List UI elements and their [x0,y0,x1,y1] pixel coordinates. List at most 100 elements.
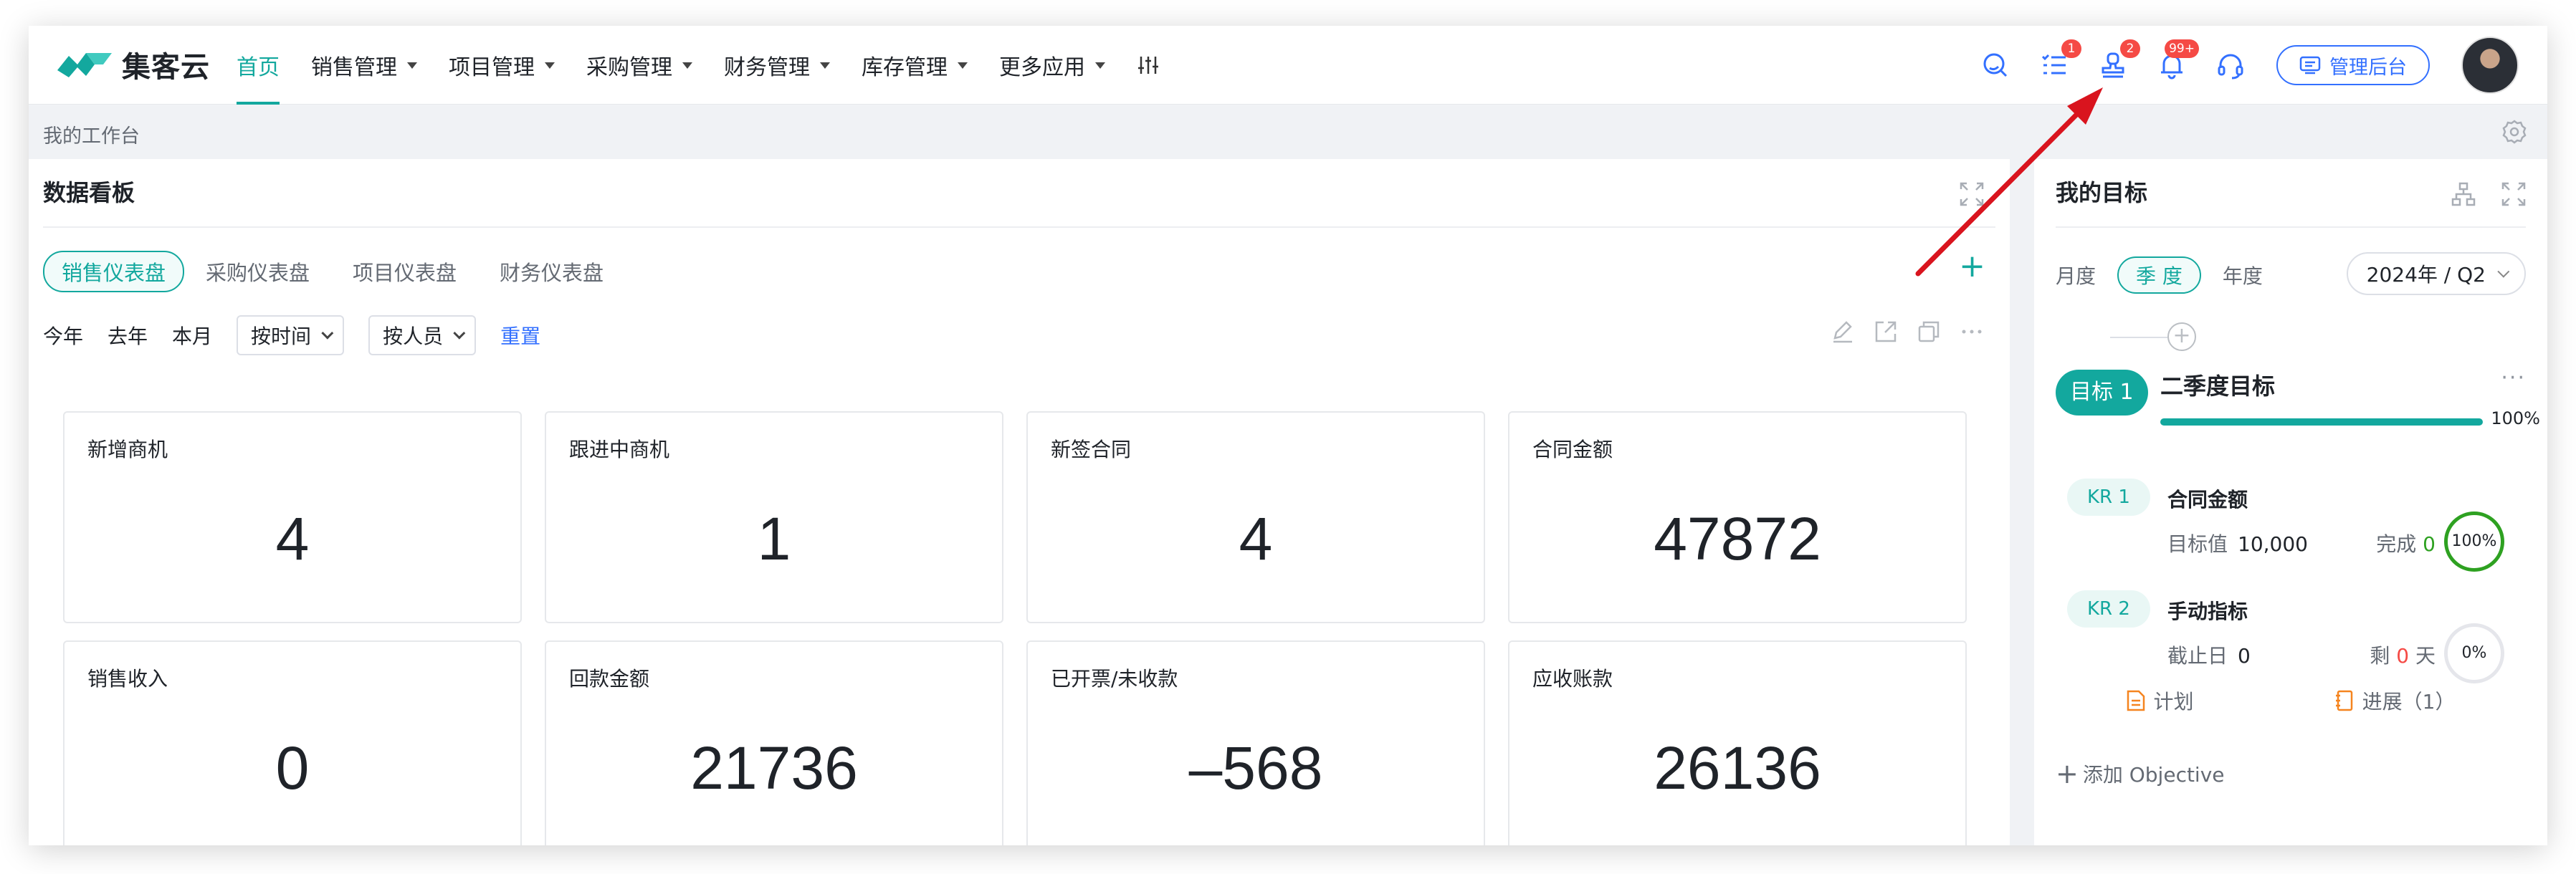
metric-card[interactable]: 回款金额 21736 [545,640,1003,845]
kr-status-suffix: 天 [2415,644,2436,668]
kr-target-label: 目标值 [2167,532,2228,556]
user-avatar[interactable] [2461,37,2519,94]
edit-icon [1833,321,1852,343]
chevron-down-icon [453,327,466,340]
goal-tree-button[interactable] [2451,182,2476,209]
metric-card[interactable]: 合同金额 47872 [1508,411,1967,623]
main-nav: 首页 销售管理 项目管理 采购管理 财务管理 库存管理 更多应用 [237,26,1191,105]
add-dashboard-button[interactable]: + [1959,251,1985,282]
kr-tag: KR 2 [2067,590,2150,628]
quarter-select[interactable]: 2024年 / Q2 [2346,252,2526,295]
key-result[interactable]: KR 2 手动指标 截止日 0 剩 0 天 0% [2067,586,2526,683]
goal-actions: 计划 进展（1） [2056,686,2526,715]
nav-item-home[interactable]: 首页 [237,26,280,105]
goals-fullscreen-button[interactable] [2501,182,2526,209]
nav-label: 销售管理 [311,55,397,80]
nav-item-projects[interactable]: 项目管理 [449,26,555,105]
headset-icon [2218,54,2243,80]
progress-log-button[interactable]: 进展（1） [2335,686,2455,715]
sliders-icon [1138,57,1158,74]
period-quarterly[interactable]: 季 度 [2117,256,2201,294]
add-parent-goal-button[interactable]: + [2167,322,2196,351]
kr-deadline-label: 截止日 [2167,644,2228,668]
edit-button[interactable] [1831,320,1855,347]
metric-card[interactable]: 销售收入 0 [63,640,522,845]
nav-item-inventory[interactable]: 库存管理 [862,26,968,105]
add-objective-button[interactable]: + 添加 Objective [2056,758,2225,789]
tab-sales-dashboard[interactable]: 销售仪表盘 [43,251,185,292]
objective-more-button[interactable]: ··· [2501,365,2526,390]
metric-card[interactable]: 新增商机 4 [63,411,522,623]
metric-label: 跟进中商机 [569,438,670,461]
metric-label: 新增商机 [87,438,168,461]
caret-down-icon [1095,62,1105,69]
notifications-button[interactable]: 99+ [2155,39,2199,82]
tasks-button[interactable]: 1 [2037,39,2081,82]
nav-label: 财务管理 [724,55,810,80]
metric-card[interactable]: 跟进中商机 1 [545,411,1003,623]
header-tools: 1 2 99+ 管理后台 [1954,26,2519,105]
share-button[interactable] [1874,320,1898,347]
nav-label: 首页 [237,55,280,80]
breadcrumb: 我的工作台 [43,125,140,148]
plan-label: 计划 [2153,690,2194,714]
period-yearly[interactable]: 年度 [2223,261,2263,289]
nav-item-more-apps[interactable]: 更多应用 [999,26,1105,105]
time-select-label: 按时间 [251,325,312,348]
nav-item-sales[interactable]: 销售管理 [311,26,417,105]
logo[interactable]: 集客云 [54,44,210,85]
person-select[interactable]: 按人员 [368,315,477,355]
support-button[interactable] [2213,48,2248,82]
filter-this-month[interactable]: 本月 [172,321,212,350]
metric-value: 47872 [1654,505,1821,572]
search-icon [1983,53,2008,77]
kr-status-value: 0 [2423,532,2436,556]
caret-down-icon [407,62,417,69]
tab-purchase-dashboard[interactable]: 采购仪表盘 [206,256,310,287]
metric-label: 回款金额 [569,667,650,691]
metric-value: 21736 [690,734,858,802]
metric-card[interactable]: 应收账款 26136 [1508,640,1967,845]
share-icon [1875,321,1897,342]
nav-customize-button[interactable] [1137,26,1160,105]
chevron-down-icon [321,327,334,340]
period-monthly[interactable]: 月度 [2056,261,2096,289]
logo-text: 集客云 [122,51,210,84]
objective-progress-bar [2160,418,2483,426]
caret-down-icon [682,62,692,69]
time-select[interactable]: 按时间 [237,315,345,355]
goals-panel: 我的目标 月度 季 度 年度 2024年 / Q2 + 目标 1 二季度目标 ·… [2034,159,2547,845]
nav-item-purchase[interactable]: 采购管理 [586,26,692,105]
approvals-button[interactable]: 2 [2096,39,2140,82]
metric-label: 应收账款 [1532,667,1613,691]
dashboard-panel: 数据看板 销售仪表盘 采购仪表盘 项目仪表盘 财务仪表盘 + 今年 去年 本月 … [29,159,2010,845]
metric-value: 26136 [1654,734,1821,802]
workspace-settings-button[interactable] [2501,119,2527,148]
fullscreen-button[interactable] [1960,182,1984,209]
divider [2056,226,2526,228]
reset-link[interactable]: 重置 [500,321,540,350]
tab-project-dashboard[interactable]: 项目仪表盘 [353,256,457,287]
metric-card[interactable]: 已开票/未收款 –568 [1026,640,1485,845]
filter-this-year[interactable]: 今年 [43,321,83,350]
logo-mark-icon [57,53,112,77]
plus-icon: + [2056,758,2079,789]
admin-console-label: 管理后台 [2329,56,2407,79]
key-result[interactable]: KR 1 合同金额 目标值 10,000 完成 0 100% [2067,474,2526,572]
more-button[interactable] [1960,320,1984,347]
top-navbar: 集客云 首页 销售管理 项目管理 采购管理 财务管理 库存管理 更多应用 1 2… [29,26,2547,105]
copy-button[interactable] [1917,320,1941,347]
plan-button[interactable]: 计划 [2127,686,2194,715]
expand-icon [1960,182,1984,206]
divider [43,226,1995,228]
nav-item-finance[interactable]: 财务管理 [724,26,830,105]
caret-down-icon [820,62,830,69]
objective-title[interactable]: 二季度目标 [2160,368,2275,401]
admin-console-button[interactable]: 管理后台 [2276,45,2430,85]
quarter-select-value: 2024年 / Q2 [2366,263,2486,287]
tab-finance-dashboard[interactable]: 财务仪表盘 [500,256,604,287]
filter-last-year[interactable]: 去年 [108,321,148,350]
person-select-label: 按人员 [383,325,444,348]
search-button[interactable] [1978,48,2013,82]
metric-card[interactable]: 新签合同 4 [1026,411,1485,623]
